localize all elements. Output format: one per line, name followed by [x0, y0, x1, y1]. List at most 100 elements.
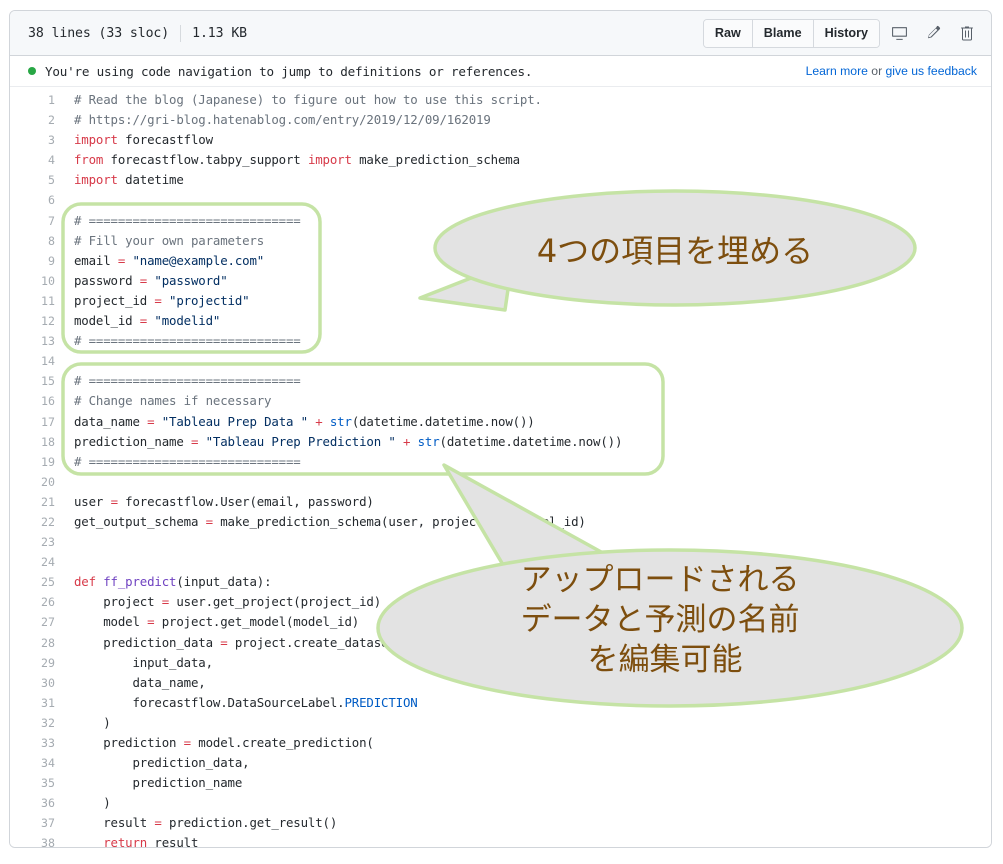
line-number[interactable]: 1 [10, 90, 64, 110]
line-number[interactable]: 9 [10, 251, 64, 271]
line-content[interactable]: import forecastflow [64, 130, 213, 150]
line-number[interactable]: 10 [10, 271, 64, 291]
line-content[interactable]: # Change names if necessary [64, 391, 272, 411]
desktop-icon[interactable] [884, 19, 914, 47]
line-number[interactable]: 11 [10, 291, 64, 311]
code-line: 2 # https://gri-blog.hatenablog.com/entry… [10, 110, 991, 130]
line-content[interactable]: user = forecastflow.User(email, password… [64, 492, 374, 512]
line-content[interactable]: password = "password" [64, 271, 228, 291]
line-content[interactable]: model = project.get_model(model_id) [64, 612, 359, 632]
give-feedback-link[interactable]: give us feedback [886, 64, 977, 78]
line-content[interactable]: def ff_predict(input_data): [64, 572, 272, 592]
file-lines-info: 38 lines (33 sloc) [28, 25, 170, 41]
line-number[interactable]: 5 [10, 170, 64, 190]
line-content[interactable]: # ============================= [64, 331, 301, 351]
code-line: 10 password = "password" [10, 271, 991, 291]
line-number[interactable]: 33 [10, 733, 64, 753]
line-number[interactable]: 3 [10, 130, 64, 150]
line-number[interactable]: 8 [10, 231, 64, 251]
line-content[interactable]: result = prediction.get_result() [64, 813, 337, 833]
header-actions: Raw Blame History [702, 18, 982, 48]
code-line: 9 email = "name@example.com" [10, 251, 991, 271]
code-token: PREDICTION [344, 694, 418, 710]
trash-icon[interactable] [952, 19, 982, 47]
line-number[interactable]: 16 [10, 391, 64, 411]
file-action-button-group: Raw Blame History [702, 18, 880, 48]
line-content[interactable]: data_name, [64, 673, 205, 693]
line-number[interactable]: 13 [10, 331, 64, 351]
code-token: # ============================= [74, 453, 301, 469]
line-number[interactable]: 38 [10, 833, 64, 847]
line-content[interactable]: # Read the blog (Japanese) to figure out… [64, 90, 542, 110]
line-number[interactable]: 37 [10, 813, 64, 833]
line-content[interactable]: input_data, [64, 653, 213, 673]
line-content[interactable]: email = "name@example.com" [64, 251, 264, 271]
line-content[interactable]: return result [64, 833, 198, 847]
code-line: 31 forecastflow.DataSourceLabel.PREDICTI… [10, 693, 991, 713]
line-content[interactable]: model_id = "modelid" [64, 311, 220, 331]
history-button[interactable]: History [812, 19, 879, 47]
line-content[interactable]: prediction_data = project.create_datasou… [64, 633, 425, 653]
code-token: user.get_project(project_id) [169, 594, 382, 610]
code-navigation-notice: You're using code navigation to jump to … [10, 56, 991, 87]
line-content[interactable]: prediction_name = "Tableau Prep Predicti… [64, 432, 622, 452]
line-content[interactable]: prediction = model.create_prediction( [64, 733, 374, 753]
line-number[interactable]: 18 [10, 432, 64, 452]
line-number[interactable]: 25 [10, 572, 64, 592]
line-number[interactable]: 4 [10, 150, 64, 170]
line-number[interactable]: 6 [10, 190, 64, 210]
line-number[interactable]: 7 [10, 211, 64, 231]
code-line: 28 prediction_data = project.create_data… [10, 633, 991, 653]
code-line: 23 [10, 532, 991, 552]
line-number[interactable]: 36 [10, 793, 64, 813]
line-content[interactable]: get_output_schema = make_prediction_sche… [64, 512, 586, 532]
line-number[interactable]: 12 [10, 311, 64, 331]
status-dot-icon [28, 67, 36, 75]
line-content[interactable]: ) [64, 793, 111, 813]
code-token: str [417, 433, 440, 449]
line-number[interactable]: 24 [10, 552, 64, 572]
line-number[interactable]: 22 [10, 512, 64, 532]
line-content[interactable]: # https://gri-blog.hatenablog.com/entry/… [64, 110, 491, 130]
raw-button[interactable]: Raw [703, 19, 752, 47]
line-number[interactable]: 29 [10, 653, 64, 673]
line-content[interactable]: forecastflow.DataSourceLabel.PREDICTION [64, 693, 418, 713]
line-number[interactable]: 20 [10, 472, 64, 492]
line-content[interactable]: project_id = "projectid" [64, 291, 250, 311]
line-content[interactable]: # ============================= [64, 452, 301, 472]
screenshot-root: 38 lines (33 sloc) 1.13 KB Raw Blame His… [0, 0, 1003, 864]
line-content[interactable]: # ============================= [64, 371, 301, 391]
line-number[interactable]: 28 [10, 633, 64, 653]
line-number[interactable]: 2 [10, 110, 64, 130]
line-number[interactable]: 27 [10, 612, 64, 632]
line-number[interactable]: 23 [10, 532, 64, 552]
code-line: 30 data_name, [10, 673, 991, 693]
blame-button[interactable]: Blame [751, 19, 813, 47]
line-number[interactable]: 19 [10, 452, 64, 472]
line-number[interactable]: 30 [10, 673, 64, 693]
line-content[interactable]: from forecastflow.tabpy_support import m… [64, 150, 520, 170]
code-token: = [205, 513, 213, 529]
line-number[interactable]: 31 [10, 693, 64, 713]
line-number[interactable]: 21 [10, 492, 64, 512]
line-content[interactable]: prediction_name [64, 773, 242, 793]
line-number[interactable]: 32 [10, 713, 64, 733]
line-number[interactable]: 15 [10, 371, 64, 391]
line-content[interactable]: project = user.get_project(project_id) [64, 592, 381, 612]
line-number[interactable]: 14 [10, 351, 64, 371]
line-number[interactable]: 34 [10, 753, 64, 773]
code-token: ) [74, 795, 111, 811]
pencil-icon[interactable] [918, 19, 948, 47]
line-content[interactable]: data_name = "Tableau Prep Data " + str(d… [64, 412, 535, 432]
line-content[interactable]: import datetime [64, 170, 184, 190]
line-content[interactable]: # Fill your own parameters [64, 231, 264, 251]
line-number[interactable]: 17 [10, 412, 64, 432]
code-token: import [74, 132, 118, 148]
learn-more-link[interactable]: Learn more [806, 64, 868, 78]
line-number[interactable]: 35 [10, 773, 64, 793]
line-content[interactable]: prediction_data, [64, 753, 249, 773]
line-content[interactable]: # ============================= [64, 211, 301, 231]
code-token: # Change names if necessary [74, 393, 272, 409]
line-content[interactable]: ) [64, 713, 110, 733]
line-number[interactable]: 26 [10, 592, 64, 612]
